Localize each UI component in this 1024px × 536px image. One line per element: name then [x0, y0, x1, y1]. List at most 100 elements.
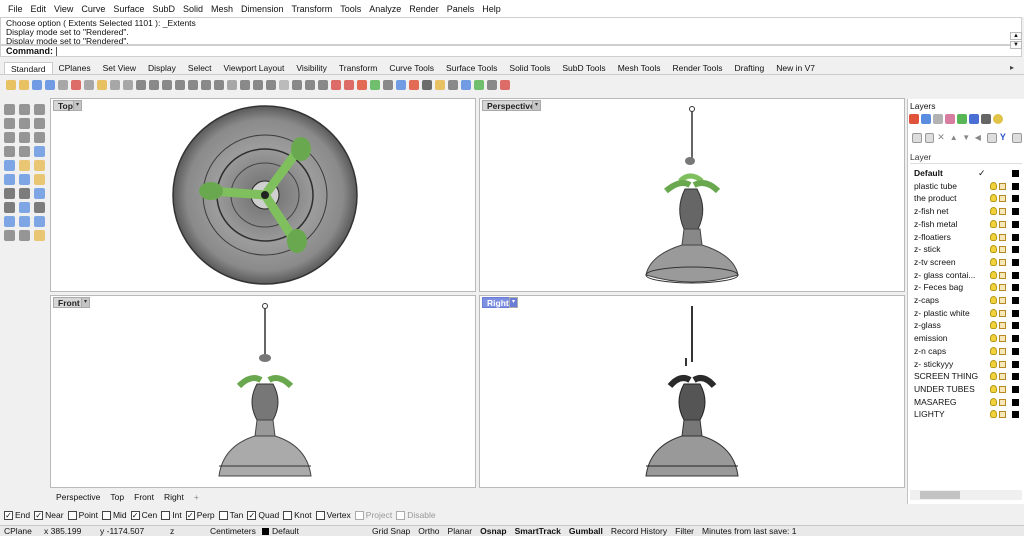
visibility-bulb-icon[interactable]: [990, 397, 997, 406]
left-tool-icon[interactable]: [34, 202, 45, 213]
osnap-knot[interactable]: Knot: [283, 510, 312, 520]
viewport-right[interactable]: Right ▾: [479, 295, 905, 488]
visibility-bulb-icon[interactable]: [990, 245, 997, 254]
left-tool-icon[interactable]: [34, 216, 45, 227]
move-up-icon[interactable]: ▲: [950, 133, 960, 143]
visibility-bulb-icon[interactable]: [990, 270, 997, 279]
layer-options-icon[interactable]: [987, 133, 997, 143]
scroll-down-icon[interactable]: ▼: [1010, 41, 1022, 49]
layer-color-swatch[interactable]: [1012, 309, 1019, 317]
add-viewport-icon[interactable]: +: [194, 492, 199, 502]
status-layer[interactable]: Default: [258, 526, 368, 536]
toolbar-tool-icon[interactable]: [201, 80, 211, 90]
layer-row[interactable]: plastic tube: [910, 180, 1022, 192]
visibility-bulb-icon[interactable]: [990, 257, 997, 266]
visibility-bulb-icon[interactable]: [990, 194, 997, 203]
layer-color-swatch[interactable]: [1012, 284, 1019, 292]
visibility-bulb-icon[interactable]: [990, 384, 997, 393]
layer-row[interactable]: z-caps: [910, 294, 1022, 306]
new-layer-icon[interactable]: [912, 133, 922, 143]
layer-row[interactable]: z-glass: [910, 319, 1022, 331]
status-units[interactable]: Centimeters: [206, 526, 258, 536]
toolbar-tool-icon[interactable]: [500, 80, 510, 90]
status-cplane[interactable]: CPlane: [0, 526, 40, 536]
toolbar-tool-icon[interactable]: [123, 80, 133, 90]
status-grid-snap[interactable]: Grid Snap: [368, 526, 414, 536]
toolbar-tool-icon[interactable]: [58, 80, 68, 90]
viewport-tab[interactable]: Perspective: [56, 492, 100, 502]
lock-icon[interactable]: [999, 284, 1006, 292]
layer-color-swatch[interactable]: [1012, 411, 1019, 419]
visibility-bulb-icon[interactable]: [990, 219, 997, 228]
left-tool-icon[interactable]: [4, 230, 15, 241]
environment-tab-icon[interactable]: [957, 114, 967, 124]
filter-icon[interactable]: Y: [1000, 133, 1010, 143]
layer-row[interactable]: z- glass contai...: [910, 269, 1022, 281]
lock-icon[interactable]: [999, 233, 1006, 241]
left-tool-icon[interactable]: [34, 146, 45, 157]
visibility-bulb-icon[interactable]: [990, 372, 997, 381]
left-tool-icon[interactable]: [19, 174, 30, 185]
layer-color-swatch[interactable]: [1012, 258, 1019, 266]
layer-color-swatch[interactable]: [1012, 347, 1019, 355]
toolbar-tool-icon[interactable]: [84, 80, 94, 90]
lock-icon[interactable]: [999, 373, 1006, 381]
toolbar-tool-icon[interactable]: [305, 80, 315, 90]
toolbar-tool-icon[interactable]: [149, 80, 159, 90]
scroll-up-icon[interactable]: ▲: [1010, 32, 1022, 40]
layer-row[interactable]: the product: [910, 192, 1022, 204]
layer-color-swatch[interactable]: [1012, 360, 1019, 368]
layer-color-swatch[interactable]: [1012, 322, 1019, 330]
left-tool-icon[interactable]: [34, 118, 45, 129]
help-tab-icon[interactable]: [993, 114, 1003, 124]
visibility-bulb-icon[interactable]: [990, 181, 997, 190]
lock-icon[interactable]: [999, 360, 1006, 368]
status-ortho[interactable]: Ortho: [414, 526, 443, 536]
toolbar-tool-icon[interactable]: [487, 80, 497, 90]
left-tool-icon[interactable]: [34, 132, 45, 143]
layer-row[interactable]: z- plastic white: [910, 307, 1022, 319]
lock-icon[interactable]: [999, 411, 1006, 419]
left-tool-icon[interactable]: [4, 216, 15, 227]
left-tool-icon[interactable]: [19, 146, 30, 157]
left-tool-icon[interactable]: [19, 230, 30, 241]
lock-icon[interactable]: [999, 335, 1006, 343]
visibility-bulb-icon[interactable]: [990, 283, 997, 292]
layer-color-swatch[interactable]: [1012, 182, 1019, 190]
toolbar-tool-icon[interactable]: [188, 80, 198, 90]
layer-menu-icon[interactable]: [1012, 133, 1023, 143]
move-down-icon[interactable]: ▼: [962, 133, 972, 143]
left-tool-icon[interactable]: [4, 118, 15, 129]
status-gumball[interactable]: Gumball: [565, 526, 607, 536]
left-tool-icon[interactable]: [4, 188, 15, 199]
menu-item-subd[interactable]: SubD: [148, 4, 179, 14]
lock-icon[interactable]: [999, 347, 1006, 355]
menu-item-curve[interactable]: Curve: [77, 4, 109, 14]
new-sublayer-icon[interactable]: [924, 133, 935, 143]
left-tool-icon[interactable]: [4, 132, 15, 143]
viewport-front[interactable]: Front ▾: [50, 295, 476, 488]
render-tab-icon[interactable]: [969, 114, 979, 124]
toolbar-tool-icon[interactable]: [435, 80, 445, 90]
menu-item-help[interactable]: Help: [478, 4, 505, 14]
left-tool-icon[interactable]: [4, 174, 15, 185]
left-tool-icon[interactable]: [4, 202, 15, 213]
osnap-cen[interactable]: ✓ Cen: [130, 510, 157, 520]
viewport-title-front[interactable]: Front: [53, 297, 85, 308]
properties-tab-icon[interactable]: [921, 114, 931, 124]
osnap-tan[interactable]: Tan: [218, 510, 243, 520]
viewport-menu-icon[interactable]: ▾: [509, 297, 518, 308]
left-tool-icon[interactable]: [34, 188, 45, 199]
left-tool-icon[interactable]: [34, 174, 45, 185]
layer-scrollbar[interactable]: [910, 490, 1022, 500]
layer-row[interactable]: LIGHTY: [910, 408, 1022, 420]
layer-color-swatch[interactable]: [1012, 195, 1019, 203]
left-tool-icon[interactable]: [19, 216, 30, 227]
visibility-bulb-icon[interactable]: [990, 296, 997, 304]
left-tool-icon[interactable]: [34, 230, 45, 241]
layer-color-swatch[interactable]: [1012, 220, 1019, 228]
visibility-bulb-icon[interactable]: [990, 321, 997, 330]
layer-row[interactable]: z- stickyyy: [910, 358, 1022, 370]
layer-row[interactable]: z-fish metal: [910, 218, 1022, 230]
status-filter[interactable]: Filter: [671, 526, 698, 536]
